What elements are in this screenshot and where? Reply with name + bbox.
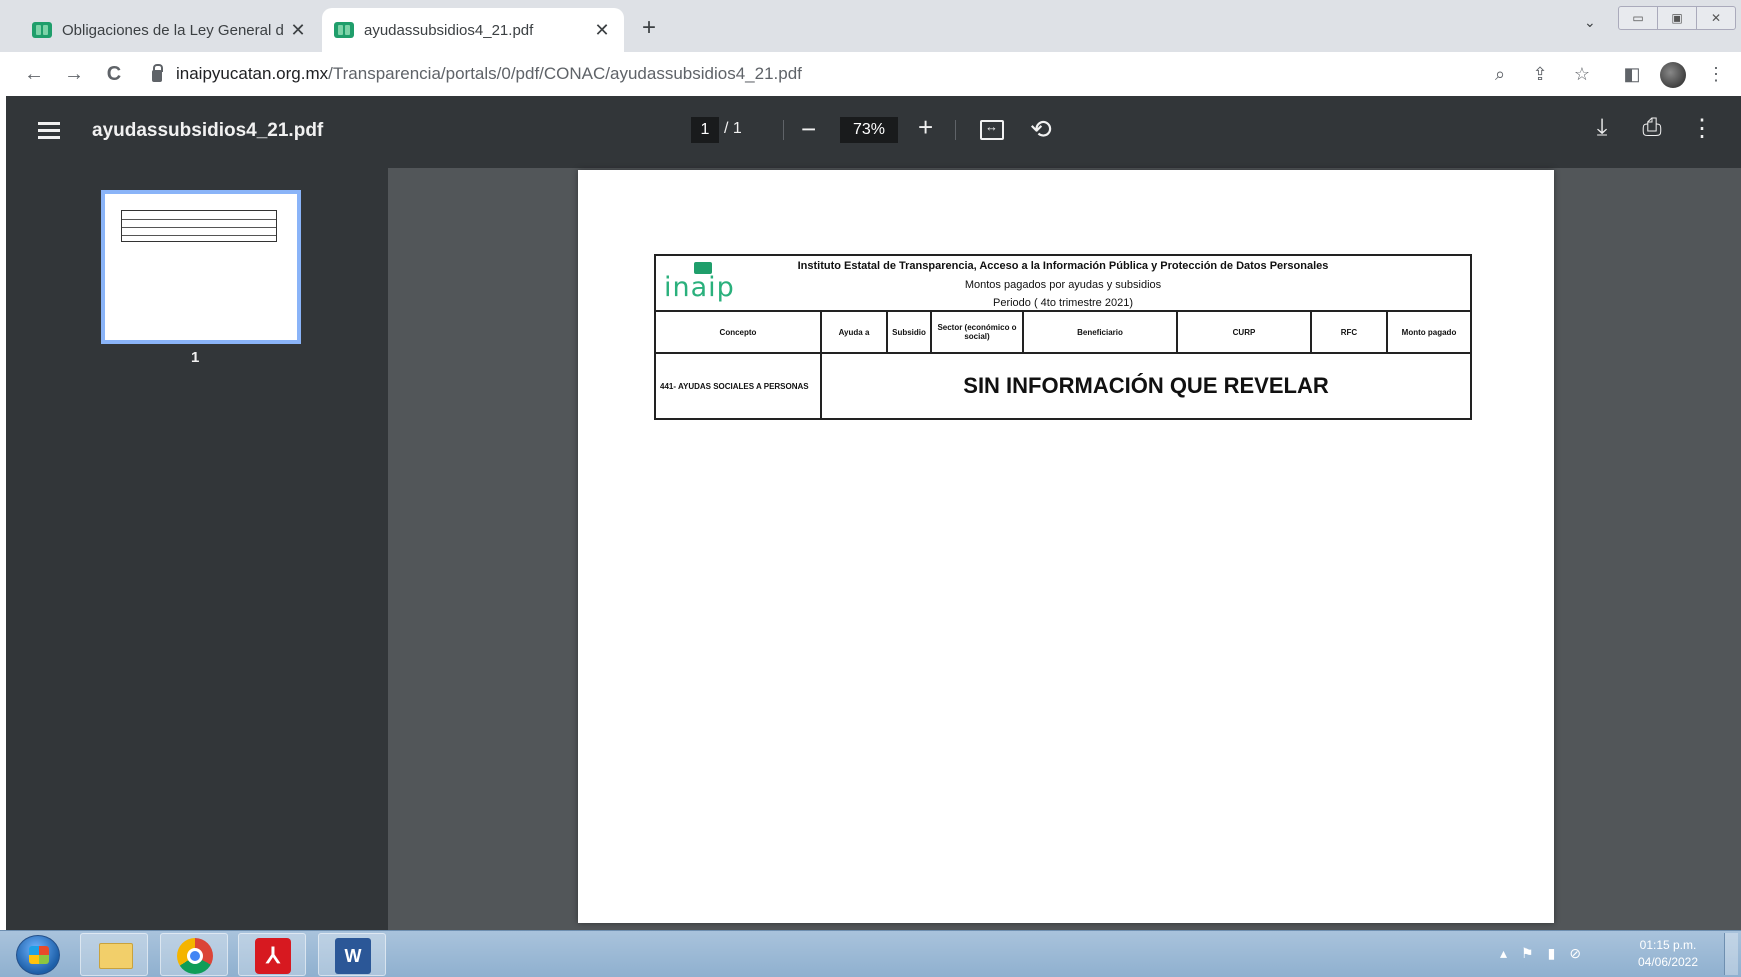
column-header: Monto pagado [1401,327,1457,337]
taskbar-explorer[interactable] [80,933,148,976]
more-actions-icon[interactable]: ⋮ [1688,114,1716,143]
divider [783,120,784,140]
maximize-button[interactable]: ▣ [1658,7,1697,29]
zoom-icon[interactable]: ⌕ [1488,64,1512,85]
address-bar[interactable]: inaipyucatan.org.mx /Transparencia/porta… [152,58,1512,90]
report-subtitle: Montos pagados por ayudas y subsidios [964,279,1162,291]
page-number-input[interactable]: 1 [691,117,719,143]
network-icon[interactable]: ▮ [1548,945,1556,962]
url-path: /Transparencia/portals/0/pdf/CONAC/ayuda… [328,64,802,83]
column-header: RFC [1312,312,1388,352]
document-header: inaip Instituto Estatal de Transparencia… [656,256,1470,312]
tab-title: ayudassubsidios4_21.pdf [364,21,534,39]
windows-taskbar: ⅄ W ▴ ⚑ ▮ ⊘ 01:15 p.m. 04/06/2022 [0,930,1741,977]
thumbnail-sidebar: 1 [6,168,388,930]
rotate-icon[interactable]: ⟲ [1030,114,1052,145]
pdf-viewer-area: inaip Instituto Estatal de Transparencia… [388,168,1741,930]
print-icon[interactable]: ⎙ [1638,114,1666,142]
taskbar-acrobat[interactable]: ⅄ [238,933,306,976]
tab-search-icon[interactable]: ⌄ [1584,14,1596,31]
clock-time: 01:15 p.m. [1639,938,1697,952]
url-host: inaipyucatan.org.mx [176,64,329,83]
column-header: Subsidio [888,312,932,352]
close-window-button[interactable]: ✕ [1697,7,1735,29]
clock-date: 04/06/2022 [1637,955,1699,969]
system-tray: ▴ ⚑ ▮ ⊘ [1500,945,1581,962]
reload-icon[interactable]: C [100,60,128,88]
word-icon: W [335,938,371,974]
taskbar-word[interactable]: W [318,933,386,976]
tab-title: Obligaciones de la Ley General d [62,21,284,39]
zoom-level-input[interactable]: 73% [840,117,898,143]
page-thumbnail[interactable] [101,190,301,344]
back-arrow-icon[interactable]: ← [20,60,48,88]
zoom-in-button[interactable]: + [918,112,933,143]
screen: Obligaciones de la Ley General d ✕ ayuda… [0,0,1741,977]
taskbar-clock[interactable]: 01:15 p.m. 04/06/2022 [1628,937,1708,971]
action-center-icon[interactable]: ⚑ [1521,945,1534,962]
column-header: Concepto [656,312,822,352]
tab-strip: Obligaciones de la Ley General d ✕ ayuda… [0,0,1741,52]
profile-avatar[interactable] [1660,62,1686,88]
tab-pdf[interactable]: ayudassubsidios4_21.pdf ✕ [322,8,624,52]
forward-arrow-icon[interactable]: → [60,60,88,88]
thumbnail-page-label: 1 [191,349,200,366]
close-tab-icon[interactable]: ✕ [592,20,612,41]
side-panel-icon[interactable]: ◧ [1620,64,1644,85]
show-desktop-button[interactable] [1724,933,1738,975]
close-tab-icon[interactable]: ✕ [288,20,308,41]
column-header: Beneficiario [1024,312,1178,352]
menu-icon[interactable] [38,122,60,140]
start-button[interactable] [16,935,60,975]
fit-page-icon[interactable] [980,119,1004,140]
window-controls: ▭ ▣ ✕ [1618,6,1736,30]
thumbnail-preview [121,210,277,242]
minimize-button[interactable]: ▭ [1619,7,1658,29]
pdf-toolbar: ayudassubsidios4_21.pdf 1 / 1 − 73% + ⟲ … [6,96,1741,168]
document-table: inaip Instituto Estatal de Transparencia… [654,254,1472,420]
institute-title: Instituto Estatal de Transparencia, Acce… [797,260,1329,272]
share-icon[interactable]: ⇪ [1528,64,1552,85]
folder-icon [99,943,133,969]
column-header: CURP [1178,312,1312,352]
show-hidden-icons-icon[interactable]: ▴ [1500,945,1507,962]
chrome-menu-icon[interactable]: ⋮ [1704,64,1728,85]
concept-cell: 441- AYUDAS SOCIALES A PERSONAS [656,354,822,418]
download-icon[interactable]: ⤓ [1588,114,1616,142]
taskbar-chrome[interactable] [160,933,228,976]
zoom-out-button[interactable]: − [801,114,816,145]
table-row: 441- AYUDAS SOCIALES A PERSONAS SIN INFO… [656,354,1470,418]
chrome-icon [177,938,213,974]
acrobat-icon: ⅄ [255,938,291,974]
lock-icon[interactable] [152,64,163,82]
tab-obligaciones[interactable]: Obligaciones de la Ley General d ✕ [20,8,320,52]
report-period: Periodo ( 4to trimestre 2021) [992,297,1133,309]
browser-toolbar: ← → C inaipyucatan.org.mx /Transparencia… [0,52,1741,96]
column-header-row: Concepto Ayuda a Subsidio Sector (económ… [656,312,1470,354]
volume-muted-icon[interactable]: ⊘ [1569,945,1581,962]
no-information-message: SIN INFORMACIÓN QUE REVELAR [963,373,1329,398]
column-header: Sector (económico o social) [932,312,1024,352]
column-header: Ayuda a [822,312,888,352]
bookmark-star-icon[interactable]: ☆ [1570,64,1594,85]
inaip-favicon-icon [334,22,354,38]
page-count: / 1 [724,120,742,137]
pdf-title: ayudassubsidios4_21.pdf [92,120,324,141]
inaip-favicon-icon [32,22,52,38]
divider [955,120,956,140]
new-tab-button[interactable]: + [642,14,656,42]
pdf-page: inaip Instituto Estatal de Transparencia… [578,170,1554,923]
